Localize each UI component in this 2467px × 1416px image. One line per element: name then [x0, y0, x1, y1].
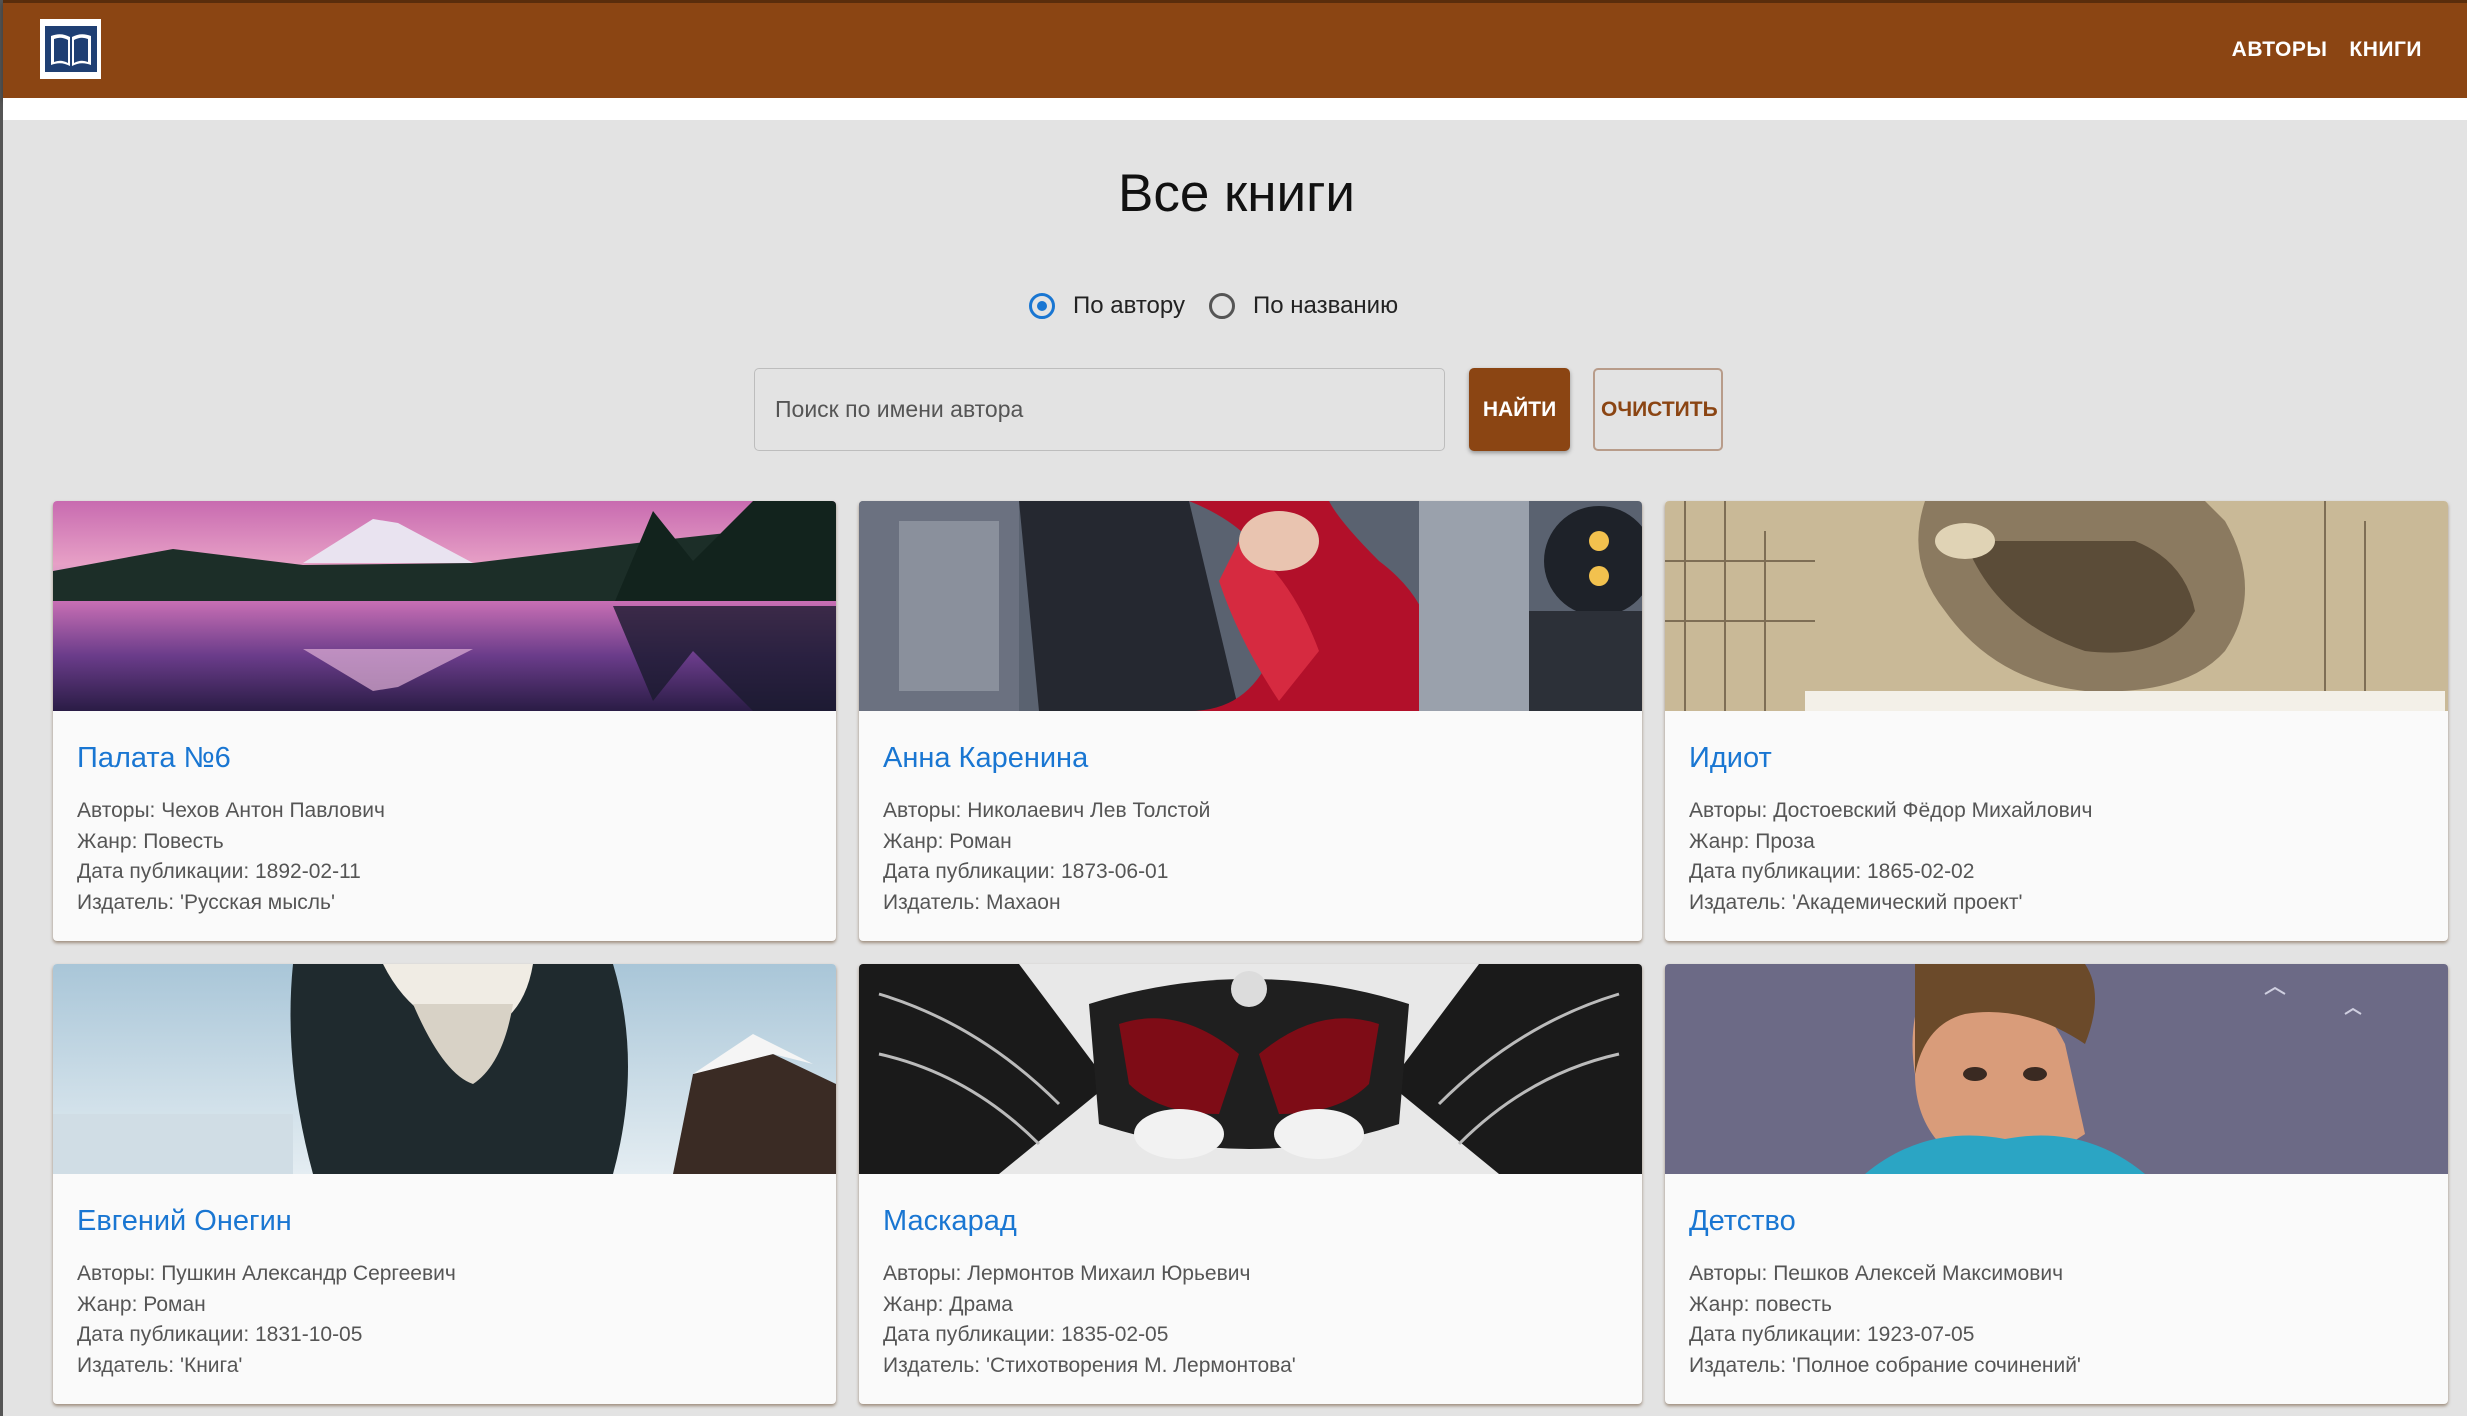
book-card[interactable]: Маскарад Авторы: Лермонтов Михаил Юрьеви…: [859, 964, 1642, 1404]
book-cover-image: [859, 501, 1642, 711]
book-cover-image: [1665, 501, 2448, 711]
book-date: Дата публикации: 1892-02-11: [77, 860, 361, 883]
search-mode-group: По автору По названию: [1029, 292, 1422, 320]
book-authors: Авторы: Пушкин Александр Сергеевич: [77, 1262, 456, 1285]
book-genre: Жанр: Драма: [883, 1292, 1013, 1316]
book-genre: Жанр: повесть: [1689, 1292, 1832, 1316]
book-title[interactable]: Анна Каренина: [883, 742, 1088, 775]
book-cover-image: [1665, 964, 2448, 1174]
book-date: Дата публикации: 1835-02-05: [883, 1323, 1169, 1346]
book-publisher: Издатель: 'Книга': [77, 1353, 243, 1377]
book-genre: Жанр: Роман: [77, 1292, 206, 1316]
book-card[interactable]: Детство Авторы: Пешков Алексей Максимови…: [1665, 964, 2448, 1404]
book-cover-image: [53, 964, 836, 1174]
radio-by-title-label: По названию: [1252, 292, 1399, 319]
nav-authors-link[interactable]: АВТОРЫ: [2232, 38, 2328, 62]
book-genre: Жанр: Повесть: [77, 829, 224, 853]
radio-checked-icon[interactable]: [1029, 293, 1055, 319]
book-date: Дата публикации: 1873-06-01: [883, 860, 1169, 883]
book-card[interactable]: Анна Каренина Авторы: Николаевич Лев Тол…: [859, 501, 1642, 941]
radio-unchecked-icon[interactable]: [1208, 293, 1235, 319]
find-button[interactable]: НАЙТИ: [1469, 368, 1570, 451]
book-cover-image: [53, 501, 836, 711]
nav-books-link[interactable]: КНИГИ: [2349, 38, 2422, 62]
top-nav: АВТОРЫ КНИГИ: [2232, 38, 2422, 62]
book-authors: Авторы: Чехов Антон Павлович: [77, 799, 385, 822]
book-meta: Авторы: Пешков Алексей Максимович Жанр: …: [1689, 1259, 2081, 1381]
search-input[interactable]: [754, 368, 1445, 451]
radio-by-author-label: По автору: [1073, 292, 1185, 319]
header-divider: [3, 98, 2467, 120]
book-authors: Авторы: Николаевич Лев Толстой: [883, 799, 1211, 822]
book-title[interactable]: Идиот: [1689, 742, 1772, 775]
clear-button[interactable]: ОЧИСТИТЬ: [1593, 368, 1723, 451]
book-authors: Авторы: Лермонтов Михаил Юрьевич: [883, 1262, 1251, 1285]
book-meta: Авторы: Достоевский Фёдор Михайлович Жан…: [1689, 796, 2092, 918]
book-title[interactable]: Маскарад: [883, 1205, 1017, 1238]
book-meta: Авторы: Пушкин Александр Сергеевич Жанр:…: [77, 1259, 456, 1381]
book-card[interactable]: Идиот Авторы: Достоевский Фёдор Михайлов…: [1665, 501, 2448, 941]
book-genre: Жанр: Роман: [883, 829, 1012, 853]
book-title[interactable]: Палата №6: [77, 742, 231, 775]
book-publisher: Издатель: 'Стихотворения М. Лермонтова': [883, 1353, 1296, 1377]
book-authors: Авторы: Достоевский Фёдор Михайлович: [1689, 799, 2093, 822]
book-authors: Авторы: Пешков Алексей Максимович: [1689, 1262, 2064, 1285]
book-date: Дата публикации: 1923-07-05: [1689, 1323, 1975, 1346]
page-title: Все книги: [1117, 164, 1356, 223]
book-cover-image: [859, 964, 1642, 1174]
book-meta: Авторы: Лермонтов Михаил Юрьевич Жанр: Д…: [883, 1259, 1296, 1381]
book-title[interactable]: Евгений Онегин: [77, 1205, 292, 1238]
app-bar: АВТОРЫ КНИГИ: [3, 0, 2467, 98]
book-card[interactable]: Палата №6 Авторы: Чехов Антон Павлович Ж…: [53, 501, 836, 941]
radio-by-title[interactable]: По названию: [1208, 292, 1399, 320]
book-meta: Авторы: Чехов Антон Павлович Жанр: Повес…: [77, 796, 385, 918]
book-date: Дата публикации: 1865-02-02: [1689, 860, 1975, 883]
book-logo-icon[interactable]: [40, 19, 101, 79]
book-publisher: Издатель: 'Академический проект': [1689, 890, 2023, 914]
radio-by-author[interactable]: По автору: [1029, 292, 1185, 320]
book-title[interactable]: Детство: [1689, 1205, 1796, 1238]
book-publisher: Издатель: 'Русская мысль': [77, 890, 336, 914]
book-publisher: Издатель: Махаон: [883, 890, 1061, 914]
book-publisher: Издатель: 'Полное собрание сочинений': [1689, 1353, 2081, 1377]
book-date: Дата публикации: 1831-10-05: [77, 1323, 363, 1346]
book-card[interactable]: Евгений Онегин Авторы: Пушкин Александр …: [53, 964, 836, 1404]
book-meta: Авторы: Николаевич Лев Толстой Жанр: Ром…: [883, 796, 1210, 918]
book-genre: Жанр: Проза: [1689, 829, 1815, 853]
